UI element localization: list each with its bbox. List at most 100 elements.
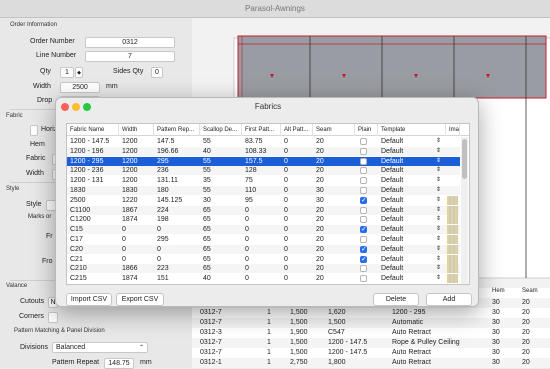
template-select[interactable]: Default: [381, 137, 431, 146]
scrollbar[interactable]: [461, 137, 468, 284]
template-select[interactable]: Default: [381, 176, 431, 185]
updown-chevron-icon[interactable]: ⇕: [436, 225, 441, 234]
minimize-button[interactable]: [72, 103, 80, 111]
sides-qty-field[interactable]: 0: [151, 67, 163, 78]
plain-checkbox[interactable]: [360, 196, 367, 204]
fabric-row[interactable]: C215 1874 151 40 0 0 20 Default ⇕: [67, 274, 460, 284]
fabric-row[interactable]: 1200 - 236 1200 236 55 128 0 20 Default ⇕: [67, 166, 460, 176]
fabric-row[interactable]: C21 0 0 65 0 0 20 Default ⇕: [67, 254, 460, 264]
template-select[interactable]: Default: [381, 235, 431, 244]
column-header[interactable]: Scallop De...: [200, 124, 242, 136]
column-header[interactable]: Fabric Name: [67, 124, 119, 136]
plain-checkbox[interactable]: [360, 157, 367, 165]
template-select[interactable]: Default: [381, 196, 431, 205]
template-select[interactable]: Default: [381, 147, 431, 156]
width-field[interactable]: 2500: [60, 82, 100, 93]
updown-chevron-icon[interactable]: ⇕: [436, 157, 441, 166]
fabric-row[interactable]: C20 0 0 65 0 0 20 Default ⇕: [67, 244, 460, 254]
order-row[interactable]: 0312-3 1 1,900 C547 Auto Retract 30 20: [192, 328, 550, 338]
cutouts-label: Cutouts: [20, 298, 45, 305]
order-row[interactable]: 0312-7 1 1,500 1200 - 147.5 Auto Retract 30 20: [192, 348, 550, 358]
column-header[interactable]: Alt Patt...: [281, 124, 313, 136]
template-select[interactable]: Default: [381, 274, 431, 283]
plain-checkbox[interactable]: [360, 275, 367, 283]
corners-select[interactable]: [48, 312, 58, 323]
qty-stepper[interactable]: ◆: [75, 67, 83, 78]
fabric-row[interactable]: C210 1866 223 65 0 0 20 Default ⇕: [67, 264, 460, 274]
updown-chevron-icon[interactable]: ⇕: [436, 235, 441, 244]
template-select[interactable]: Default: [381, 225, 431, 234]
updown-chevron-icon[interactable]: ⇕: [436, 215, 441, 224]
plain-checkbox[interactable]: [360, 167, 367, 175]
fabric-swatch-image: [447, 264, 458, 274]
column-header[interactable]: Plain: [355, 124, 378, 136]
export-csv-button[interactable]: Export CSV: [116, 293, 164, 306]
plain-checkbox[interactable]: [360, 265, 367, 273]
column-header[interactable]: Pattern Rep...: [154, 124, 200, 136]
template-select[interactable]: Default: [381, 157, 431, 166]
horiz-checkbox[interactable]: [30, 125, 38, 136]
template-select[interactable]: Default: [381, 206, 431, 215]
import-csv-button[interactable]: Import CSV: [66, 293, 112, 306]
updown-chevron-icon[interactable]: ⇕: [436, 264, 441, 273]
fabric-row[interactable]: C15 0 0 65 0 0 20 Default ⇕: [67, 225, 460, 235]
close-button[interactable]: [61, 103, 69, 111]
updown-chevron-icon[interactable]: ⇕: [436, 245, 441, 254]
plain-checkbox[interactable]: [360, 236, 367, 243]
template-select[interactable]: Default: [381, 186, 431, 195]
plain-checkbox[interactable]: [360, 206, 367, 214]
template-select[interactable]: Default: [381, 255, 431, 264]
order-row[interactable]: 0312-7 1 1,500 1,500 Automatic 30 20: [192, 318, 550, 328]
pattern-repeat-field[interactable]: 148.75: [104, 358, 134, 369]
plain-checkbox[interactable]: [360, 147, 367, 155]
updown-chevron-icon[interactable]: ⇕: [436, 166, 441, 175]
plain-checkbox[interactable]: [360, 216, 367, 224]
updown-chevron-icon[interactable]: ⇕: [436, 255, 441, 264]
plain-checkbox[interactable]: [360, 138, 367, 145]
plain-checkbox[interactable]: [360, 245, 367, 253]
order-row[interactable]: 0312-7 1 1,500 1200 - 147.5 Rope & Pulley Ce…: [192, 338, 550, 348]
column-header[interactable]: Ima...: [446, 124, 460, 136]
fabric-row[interactable]: 1200 - 147.5 1200 147.5 55 83.75 0 20 Default ⇕: [67, 137, 460, 146]
template-select[interactable]: Default: [381, 264, 431, 273]
updown-chevron-icon[interactable]: ⇕: [436, 176, 441, 185]
updown-chevron-icon[interactable]: ⇕: [436, 186, 441, 195]
fabric-cell-pattern: 145.125: [157, 196, 183, 204]
template-select[interactable]: Default: [381, 166, 431, 175]
add-button[interactable]: Add: [426, 293, 472, 306]
template-select[interactable]: Default: [381, 245, 431, 254]
divisions-select[interactable]: Balanced ⌃: [52, 342, 148, 353]
updown-chevron-icon[interactable]: ⇕: [436, 274, 441, 283]
fabric-row[interactable]: 1200 - 196 1200 196.66 40 108.33 0 20 Default ⇕: [67, 146, 460, 156]
updown-chevron-icon[interactable]: ⇕: [436, 206, 441, 215]
fabric-row[interactable]: C17 0 295 65 0 0 20 Default ⇕: [67, 235, 460, 244]
plain-checkbox[interactable]: [360, 255, 367, 263]
qty-field[interactable]: 1: [60, 67, 74, 78]
fabric-row[interactable]: 1200 - 131 1200 131.11 35 75 0 20 Default ⇕: [67, 176, 460, 185]
updown-chevron-icon[interactable]: ⇕: [436, 196, 441, 205]
updown-chevron-icon[interactable]: ⇕: [436, 137, 441, 146]
plain-checkbox[interactable]: [360, 177, 367, 185]
plain-checkbox[interactable]: [360, 187, 367, 194]
column-header[interactable]: Template: [378, 124, 446, 136]
template-select[interactable]: Default: [381, 215, 431, 224]
column-header[interactable]: Seam: [313, 124, 355, 136]
zoom-button[interactable]: [83, 103, 91, 111]
column-header[interactable]: Width: [119, 124, 154, 136]
fabric-row[interactable]: 1200 - 295 1200 295 55 157.5 0 20 Default ⇕: [67, 156, 460, 166]
fabric-row[interactable]: C1200 1874 198 65 0 0 20 Default ⇕: [67, 215, 460, 225]
order-row[interactable]: 0312-7 1 1,500 1,620 1200 - 295 30 20: [192, 308, 550, 318]
fabric-row[interactable]: 2500 1220 145.125 30 95 0 30 Default ⇕: [67, 195, 460, 205]
fabric-cell-seam: 20: [316, 206, 324, 214]
fabric-cell-name: 1200 - 295: [70, 157, 104, 165]
fabric-swatch-image: [447, 225, 458, 235]
plain-checkbox[interactable]: [360, 225, 367, 234]
updown-chevron-icon[interactable]: ⇕: [436, 147, 441, 156]
delete-button[interactable]: Delete: [373, 293, 419, 306]
column-header[interactable]: First Patt...: [242, 124, 281, 136]
fabric-row[interactable]: 1830 1830 180 55 110 0 30 Default ⇕: [67, 186, 460, 195]
line-number-field[interactable]: 7: [85, 51, 175, 62]
order-number-field[interactable]: 0312: [85, 37, 175, 48]
scrollbar-thumb[interactable]: [462, 139, 467, 179]
fabric-row[interactable]: C1100 1867 224 65 0 0 20 Default ⇕: [67, 205, 460, 215]
